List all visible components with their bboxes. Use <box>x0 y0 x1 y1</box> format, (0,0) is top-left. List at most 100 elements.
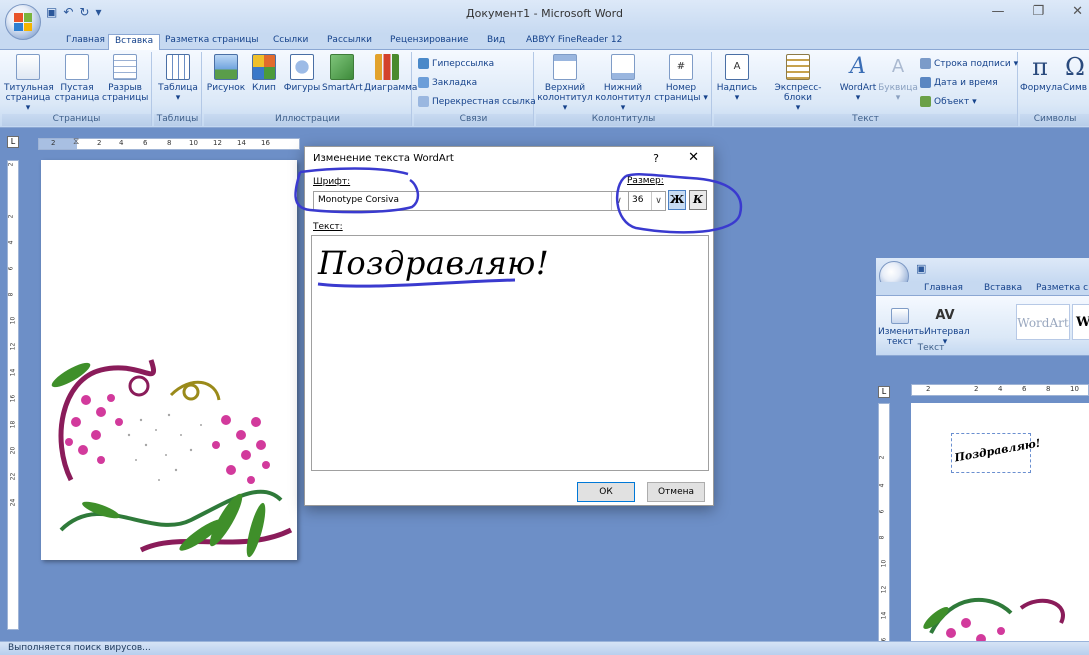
wordart-label: WordArt ▾ <box>839 83 877 103</box>
picture-icon <box>214 54 238 80</box>
close-button[interactable]: ✕ <box>1072 4 1083 19</box>
font-dropdown-arrow-icon[interactable]: ∨ <box>611 192 625 210</box>
save-icon[interactable]: ▣ <box>916 262 926 275</box>
help-button[interactable]: ? <box>653 152 659 165</box>
cancel-button[interactable]: Отмена <box>647 482 705 502</box>
tab-page-layout[interactable]: Разметка с <box>1036 283 1088 293</box>
font-select[interactable]: Monotype Corsiva <box>313 191 631 211</box>
ruler-tick: 2 <box>974 385 979 393</box>
tab-selector[interactable]: L <box>878 386 890 398</box>
tab-review[interactable]: Рецензирование <box>390 35 468 45</box>
cover-page-label: Титульная страница ▾ <box>4 83 54 113</box>
group-links: Гиперссылка Закладка Перекрестная ссылка… <box>414 52 536 126</box>
header-label: Верхний колонтитул ▾ <box>537 83 593 113</box>
indent-marker-icon[interactable]: ⧖ <box>73 137 79 147</box>
maximize-button[interactable]: ❐ <box>1032 4 1044 19</box>
ok-button[interactable]: ОК <box>577 482 635 502</box>
date-time-button[interactable]: Дата и время <box>920 77 998 88</box>
spacing-button[interactable]: AV Интервал ▾ <box>924 308 970 347</box>
horizontal-ruler[interactable]: 2 2 4 6 8 10 12 14 16 ⧖ <box>38 137 300 150</box>
size-select-value: 36 <box>632 195 644 205</box>
drop-cap-label: Буквица ▾ <box>878 83 918 103</box>
wordart-style-gallery-item[interactable]: Wo <box>1072 304 1089 340</box>
signature-line-button[interactable]: Строка подписи ▾ <box>920 58 1018 69</box>
italic-button[interactable]: К <box>689 190 707 210</box>
quick-parts-button[interactable]: Экспресс-блоки ▾ <box>762 54 834 113</box>
symbol-label: Симв <box>1062 83 1088 93</box>
picture-button[interactable]: Рисунок <box>206 54 246 93</box>
ruler-tick: 2 <box>97 139 102 147</box>
cover-page-button[interactable]: Титульная страница ▾ <box>4 54 54 113</box>
bookmark-button[interactable]: Закладка <box>418 77 477 88</box>
spacing-icon: AV <box>935 308 955 323</box>
clip-button[interactable]: Клип <box>248 54 280 93</box>
smartart-button[interactable]: SmartArt <box>322 54 363 93</box>
vertical-ruler[interactable]: 2 2 4 6 8 10 12 14 16 18 20 22 24 <box>7 160 19 630</box>
tab-home[interactable]: Главная <box>66 35 105 45</box>
page-break-icon <box>113 54 137 80</box>
ruler-tick: 6 <box>143 139 148 147</box>
object-button[interactable]: Объект ▾ <box>920 96 977 107</box>
ruler-tick: 16 <box>9 394 17 403</box>
ruler-tick: 22 <box>9 472 17 481</box>
footer-label: Нижний колонтитул ▾ <box>595 83 651 113</box>
tab-abbyy[interactable]: ABBYY FineReader 12 <box>526 35 622 45</box>
smartart-label: SmartArt <box>322 83 363 93</box>
object-icon <box>920 96 931 107</box>
chart-icon <box>375 54 399 80</box>
floral-border-image <box>51 359 293 558</box>
tab-mailings[interactable]: Рассылки <box>327 35 372 45</box>
size-select[interactable]: 36 ∨ <box>628 191 666 211</box>
page-number-icon: # <box>669 54 693 80</box>
text-box-button[interactable]: A Надпись ▾ <box>714 54 760 103</box>
formula-button[interactable]: π Формула <box>1020 54 1063 93</box>
wordart-icon: A <box>850 54 866 79</box>
wordart-button[interactable]: A WordArt ▾ <box>836 54 880 103</box>
clip-art-icon <box>252 54 276 80</box>
minimize-button[interactable]: — <box>991 4 1004 19</box>
edit-text-button[interactable]: Изменить текст <box>878 308 924 347</box>
document-page[interactable] <box>41 160 297 560</box>
tab-selector[interactable]: L <box>7 136 19 148</box>
horizontal-ruler[interactable]: 2 2 4 6 8 10 <box>911 384 1089 396</box>
drop-cap-button[interactable]: A Буквица ▾ <box>878 54 918 103</box>
page-number-button[interactable]: # Номер страницы ▾ <box>652 54 710 103</box>
tab-insert[interactable]: Вставка <box>108 34 161 50</box>
ribbon: Титульная страница ▾ Пустая страница Раз… <box>0 50 1089 128</box>
blank-page-button[interactable]: Пустая страница <box>54 54 100 103</box>
size-dropdown-arrow-icon[interactable]: ∨ <box>651 192 665 210</box>
cross-reference-button[interactable]: Перекрестная ссылка <box>418 96 536 107</box>
secondary-document-page[interactable]: Поздравляю! <box>911 403 1089 655</box>
page-break-button[interactable]: Разрыв страницы <box>102 54 148 103</box>
ruler-tick: 2 <box>926 385 931 393</box>
bold-button[interactable]: Ж <box>668 190 686 210</box>
ruler-tick: 8 <box>7 292 15 297</box>
tab-home[interactable]: Главная <box>924 283 963 293</box>
tab-insert[interactable]: Вставка <box>984 283 1022 293</box>
wordart-style-gallery-item[interactable]: WordArt <box>1016 304 1070 340</box>
formula-label: Формула <box>1020 83 1063 93</box>
ruler-tick: 20 <box>9 446 17 455</box>
table-button[interactable]: Таблица ▾ <box>158 54 198 103</box>
chart-button[interactable]: Диаграмма <box>364 54 417 93</box>
tab-page-layout[interactable]: Разметка страницы <box>165 35 259 45</box>
footer-button[interactable]: Нижний колонтитул ▾ <box>594 54 652 113</box>
hyperlink-button[interactable]: Гиперссылка <box>418 58 494 69</box>
group-links-label: Связи <box>414 114 533 126</box>
dialog-close-button[interactable]: ✕ <box>688 150 699 165</box>
page-break-label: Разрыв страницы <box>102 83 149 103</box>
text-box-icon: A <box>725 54 749 80</box>
wordart-text-input[interactable]: Поздравляю! <box>311 235 709 471</box>
ruler-tick: 10 <box>880 559 888 568</box>
shapes-button[interactable]: Фигуры <box>282 54 322 93</box>
tab-references[interactable]: Ссылки <box>273 35 308 45</box>
picture-label: Рисунок <box>206 83 246 93</box>
ruler-tick: 2 <box>7 162 15 167</box>
office-button[interactable] <box>5 4 41 40</box>
table-label: Таблица ▾ <box>158 83 198 103</box>
header-button[interactable]: Верхний колонтитул ▾ <box>536 54 594 113</box>
office-logo-icon <box>14 13 32 31</box>
vertical-ruler[interactable]: 2 4 6 8 10 12 14 16 <box>878 403 890 655</box>
tab-view[interactable]: Вид <box>487 35 505 45</box>
symbol-button[interactable]: Ω Симв <box>1060 54 1089 93</box>
